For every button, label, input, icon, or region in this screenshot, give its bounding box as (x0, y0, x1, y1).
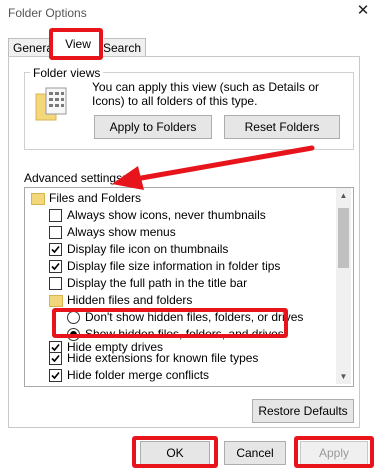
restore-defaults-button[interactable]: Restore Defaults (252, 399, 354, 423)
apply-to-folders-button[interactable]: Apply to Folders (94, 115, 212, 139)
checkmark-icon (51, 371, 60, 380)
checkbox-checked[interactable] (49, 369, 62, 382)
folder-views-description: You can apply this view (such as Details… (92, 80, 320, 108)
radio-unselected[interactable] (67, 311, 80, 324)
cancel-button[interactable]: Cancel (224, 441, 286, 465)
tab-search[interactable]: Search (98, 38, 146, 57)
checkbox-unchecked[interactable] (49, 277, 62, 290)
reset-folders-button[interactable]: Reset Folders (224, 115, 340, 139)
checkbox-label: Hide folder merge conflicts (67, 368, 210, 382)
apply-button[interactable]: Apply (300, 441, 368, 465)
tab-view[interactable]: View (52, 32, 104, 56)
ok-button[interactable]: OK (140, 441, 210, 465)
close-icon[interactable]: ✕ (355, 2, 371, 20)
radio-dot-icon (70, 331, 77, 338)
scroll-thumb[interactable] (338, 208, 349, 268)
checkbox-label: Hide extensions for known file types (67, 351, 259, 365)
advanced-settings-list[interactable]: Files and Folders Always show icons, nev… (24, 187, 354, 387)
checkbox-checked[interactable] (49, 352, 62, 365)
folder-icon (49, 295, 63, 307)
checkmark-icon (51, 262, 60, 271)
list-scrollbar[interactable]: ▲ ▼ (336, 188, 351, 384)
checkbox-checked[interactable] (49, 260, 62, 273)
checkbox-unchecked[interactable] (49, 226, 62, 239)
checkmark-icon (51, 354, 60, 363)
scroll-up-icon[interactable]: ▲ (336, 188, 351, 203)
folder-views-heading: Folder views (30, 66, 104, 80)
checkbox-label: Display the full path in the title bar (67, 276, 248, 290)
checkbox-unchecked[interactable] (49, 209, 62, 222)
checkbox-label: Always show icons, never thumbnails (67, 208, 266, 222)
advanced-settings-heading: Advanced settings: (24, 171, 126, 185)
tree-folder-label: Hidden files and folders (67, 293, 193, 307)
folder-views-icon (34, 86, 74, 124)
radio-label: Don't show hidden files, folders, or dri… (85, 310, 304, 324)
checkmark-icon (51, 245, 60, 254)
checkbox-checked[interactable] (49, 243, 62, 256)
checkbox-label: Always show menus (67, 225, 176, 239)
tree-folder-label: Files and Folders (49, 191, 142, 205)
scroll-down-icon[interactable]: ▼ (336, 369, 351, 384)
window-title: Folder Options (8, 6, 87, 20)
checkbox-label: Display file size information in folder … (67, 259, 281, 273)
folder-icon (31, 193, 45, 205)
checkbox-label: Display file icon on thumbnails (67, 242, 229, 256)
